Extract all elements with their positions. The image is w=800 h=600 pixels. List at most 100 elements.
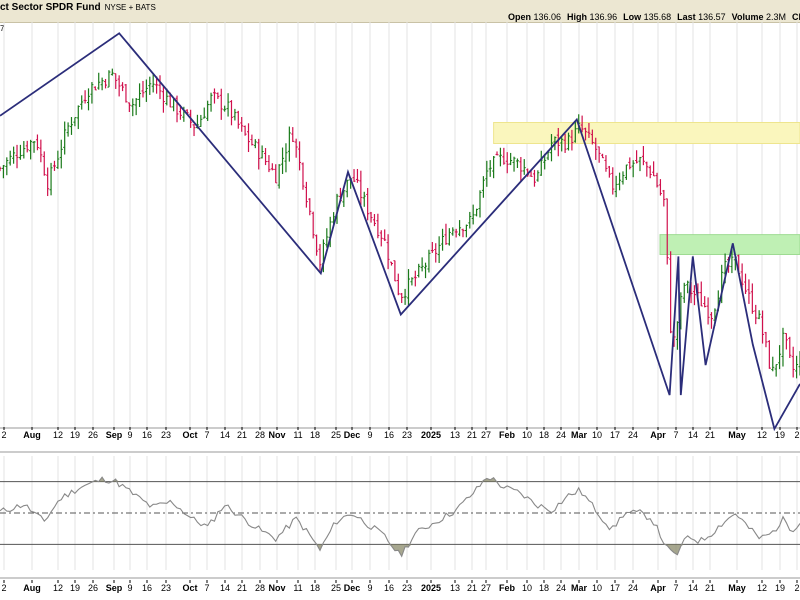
- ind-x-tick-label: 2025: [421, 583, 441, 593]
- ohlc-bar: [597, 146, 601, 163]
- ohlc-bar: [291, 127, 295, 143]
- ohlc-bar: [209, 92, 213, 112]
- ohlc-bar: [539, 150, 543, 176]
- ohlc-bar: [771, 356, 775, 372]
- ohlc-bar: [747, 279, 751, 304]
- ohlc-bar: [158, 75, 162, 100]
- ohlc-bar: [686, 280, 690, 294]
- price-x-tick-label: Aug: [23, 430, 41, 440]
- ohlc-bar: [451, 227, 455, 236]
- price-x-tick-label: May: [728, 430, 746, 440]
- ohlc-bar: [304, 181, 308, 208]
- ind-x-tick-label: 28: [255, 583, 265, 593]
- ohlc-bar: [410, 277, 414, 286]
- ind-x-tick-label: 25: [331, 583, 341, 593]
- ohlc-bar: [117, 75, 121, 97]
- ind-x-tick-label: 21: [705, 583, 715, 593]
- price-x-tick-label: 9: [367, 430, 372, 440]
- price-x-tick-label: 2: [1, 430, 6, 440]
- ohlc-bar: [641, 146, 645, 166]
- price-x-tick-label: 12: [757, 430, 767, 440]
- indicator-oversold-fill: [0, 544, 800, 557]
- ohlc-bar: [628, 157, 632, 170]
- ohlc-bar: [69, 117, 73, 135]
- ohlc-bar: [223, 105, 227, 112]
- ind-x-tick-label: 24: [628, 583, 638, 593]
- price-x-tick-label: 7: [673, 430, 678, 440]
- ohlc-bar: [345, 179, 349, 198]
- ohlc-bar: [281, 147, 285, 174]
- ohlc-bar: [447, 228, 451, 246]
- ohlc-bar: [308, 198, 312, 216]
- ohlc-bar: [481, 176, 485, 198]
- ohlc-bar: [744, 273, 748, 294]
- ohlc-bar: [437, 236, 441, 263]
- ind-x-tick-label: Oct: [182, 583, 197, 593]
- ohlc-bar: [219, 88, 223, 120]
- ind-x-tick-label: 17: [610, 583, 620, 593]
- ohlc-bar: [362, 191, 366, 207]
- price-x-tick-label: 21: [467, 430, 477, 440]
- ohlc-bar: [403, 288, 407, 305]
- price-x-tick-label: 27: [481, 430, 491, 440]
- ind-x-tick-label: Aug: [23, 583, 41, 593]
- ohlc-bar: [607, 165, 611, 178]
- ohlc-bar: [93, 86, 97, 91]
- ohlc-bar: [464, 224, 468, 238]
- ohlc-bar: [396, 273, 400, 296]
- ohlc-bar: [383, 229, 387, 241]
- ohlc-bar: [706, 297, 710, 325]
- ohlc-bar: [226, 93, 230, 117]
- ohlc-bar: [49, 162, 53, 196]
- ind-x-tick-label: Apr: [650, 583, 666, 593]
- ohlc-bar: [192, 124, 196, 137]
- price-x-tick-label: 17: [610, 430, 620, 440]
- ohlc-bar: [46, 167, 50, 197]
- price-x-tick-label: 19: [70, 430, 80, 440]
- ind-x-tick-label: 21: [237, 583, 247, 593]
- ind-x-tick-label: 24: [556, 583, 566, 593]
- ohlc-bar: [795, 355, 799, 379]
- ohlc-bar: [355, 168, 359, 183]
- price-x-tick-label: Apr: [650, 430, 666, 440]
- ohlc-bar: [250, 134, 254, 146]
- price-x-tick-label: 9: [127, 430, 132, 440]
- ohlc-bar: [287, 126, 291, 162]
- ohlc-bar: [298, 141, 302, 171]
- price-chart[interactable]: 2 Aug 12 19 26 Sep 9 16 23 Oct 7 14 21 28 Nov 11 18 25 Dec…: [0, 0, 800, 600]
- price-x-tick-label: 23: [402, 430, 412, 440]
- zigzag-overlay: [0, 32, 800, 432]
- price-x-tick-label: 16: [384, 430, 394, 440]
- ohlc-bar: [488, 160, 492, 177]
- ind-x-tick-label: 18: [539, 583, 549, 593]
- ohlc-bar: [621, 171, 625, 185]
- ohlc-bar: [315, 234, 319, 256]
- ohlc-bar: [495, 151, 499, 156]
- ohlc-bar: [682, 282, 686, 303]
- ohlc-bar: [161, 86, 165, 113]
- ohlc-bar: [12, 146, 16, 164]
- ind-x-tick-label: 19: [70, 583, 80, 593]
- ohlc-bar: [372, 214, 376, 227]
- price-x-tick-label: Feb: [499, 430, 516, 440]
- indicator-x-axis: 2 Aug 12 19 26 Sep 9 16 23 Oct 7 14 21 28 Nov 11 18 25 Dec…: [1, 580, 800, 593]
- ohlc-bar: [8, 150, 12, 166]
- ohlc-bar: [441, 228, 445, 251]
- ohlc-bar: [97, 72, 101, 90]
- ohlc-bar: [35, 134, 39, 151]
- ohlc-bar: [87, 88, 91, 111]
- ohlc-bar: [618, 172, 622, 191]
- price-x-tick-label: 23: [161, 430, 171, 440]
- ind-x-tick-label: 16: [384, 583, 394, 593]
- ohlc-bar: [56, 150, 60, 169]
- ind-x-tick-label: 27: [481, 583, 491, 593]
- ohlc-bar: [601, 153, 605, 159]
- price-x-tick-label: Dec: [344, 430, 361, 440]
- ohlc-bar: [645, 161, 649, 177]
- ohlc-bar: [757, 310, 761, 320]
- ohlc-bar: [781, 327, 785, 367]
- ohlc-bar: [202, 107, 206, 119]
- ohlc-bar: [131, 98, 135, 117]
- ohlc-bar: [25, 140, 29, 153]
- ohlc-bar: [638, 156, 642, 172]
